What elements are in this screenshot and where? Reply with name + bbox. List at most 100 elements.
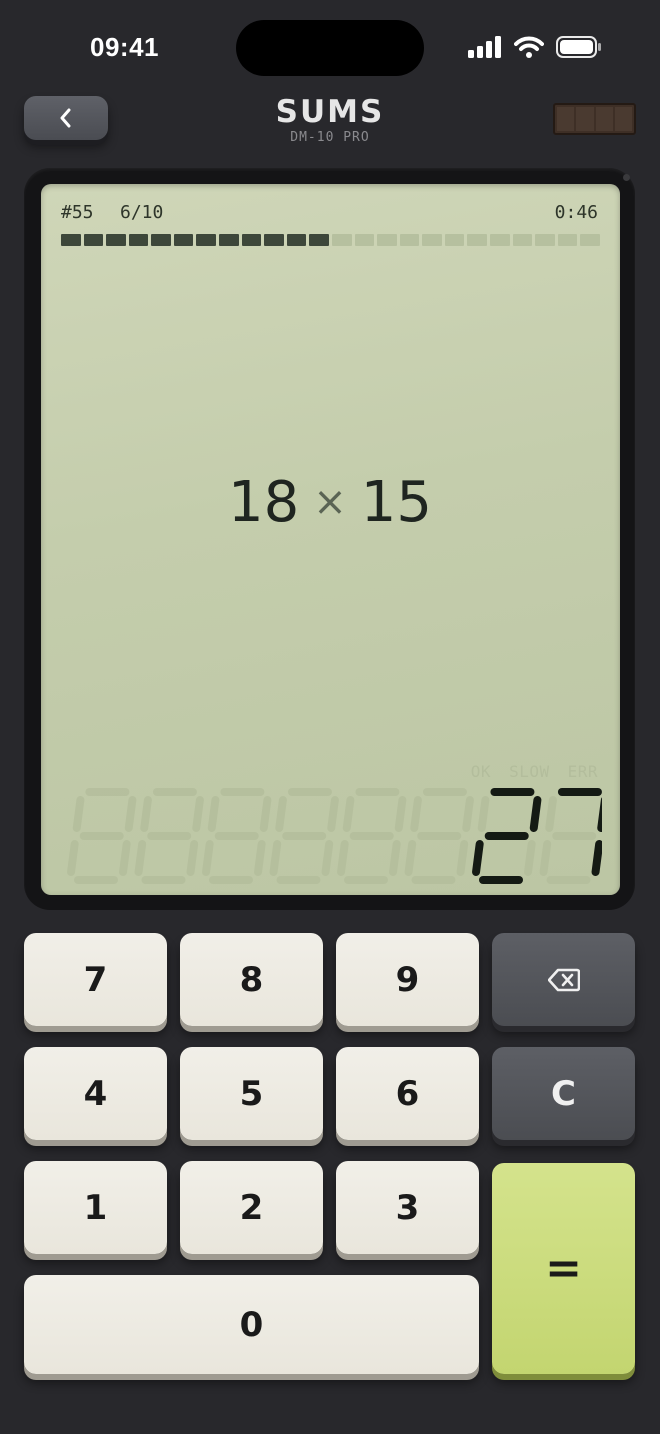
digit-segment-unlit [524,840,536,876]
battery-cell [614,107,632,131]
progress-segment-filled [196,234,217,246]
digit-segment-unlit [269,840,282,876]
digit-segment-unlit [462,796,474,832]
answer-digit [202,788,272,884]
multiply-operator: × [313,479,347,525]
status-icons [468,36,602,58]
timer: 0:46 [554,202,598,223]
digit-segment-unlit [186,840,199,876]
key-4[interactable]: 4 [24,1047,167,1140]
key-1[interactable]: 1 [24,1161,167,1254]
dynamic-island [236,20,424,76]
key-7[interactable]: 7 [24,933,167,1026]
problem-number: #55 [61,202,94,223]
digit-segment-unlit [337,840,349,876]
digit-segment-unlit [140,796,152,832]
progress-segment-empty [489,234,510,246]
backspace-button[interactable] [492,933,635,1026]
signal-icon [468,36,501,58]
digit-segment-unlit [259,796,272,832]
indicator-err: ERR [567,762,598,781]
battery-cell [595,107,613,131]
answer-digit [472,788,542,884]
progress-segment-filled [219,234,239,246]
key-9[interactable]: 9 [336,933,479,1026]
progress-segment-empty [422,234,442,246]
progress-segment-filled [128,234,149,246]
digit-segment-unlit [72,796,85,832]
digit-segment-unlit [321,840,334,876]
backspace-icon [547,968,580,991]
progress-segment-empty [377,234,397,246]
battery-cell [557,107,575,131]
key-0[interactable]: 0 [24,1275,479,1374]
wifi-icon [514,36,544,58]
progress-segment-empty [444,234,465,246]
digit-segment-unlit [410,796,422,832]
digit-segment-unlit [477,796,490,832]
digit-segment-unlit [394,796,407,832]
answer-digit [134,788,204,884]
answer-digit [539,788,602,884]
digit-segment-unlit [254,840,266,876]
key-8[interactable]: 8 [180,933,323,1026]
key-3[interactable]: 3 [336,1161,479,1254]
progress-segment-filled [151,234,171,246]
key-6[interactable]: 6 [336,1047,479,1140]
indicator-ok: OK [470,762,492,781]
answer-digit [67,788,137,884]
bezel-dot [623,174,630,181]
equals-button[interactable]: = [492,1163,635,1374]
question-count: 6/10 [120,202,164,223]
clear-button[interactable]: C [492,1047,635,1140]
answer-digit [404,788,474,884]
status-indicators: OK SLOW ERR [471,762,598,781]
digit-segment-unlit [545,796,557,832]
key-2[interactable]: 2 [180,1161,323,1254]
progress-segment-empty [580,234,600,246]
answer-digit [269,788,339,884]
digit-segment-unlit [327,796,339,832]
answer-digit [337,788,407,884]
battery-cell [576,107,594,131]
battery-icon [556,36,601,58]
progress-segment-filled [286,234,307,246]
digit-segment-unlit [539,840,552,876]
progress-segment-empty [399,234,420,246]
digit-segment-unlit [202,840,214,876]
digit-segment-unlit [404,840,417,876]
progress-segment-filled [83,234,104,246]
problem-left-operand: 18 [227,470,300,535]
progress-segment-filled [241,234,262,246]
progress-segment-empty [467,234,487,246]
progress-bar [61,234,600,246]
digit-segment-unlit [456,840,469,876]
status-time: 09:41 [90,32,159,62]
progress-segment-filled [106,234,126,246]
digit-segment-unlit [275,796,287,832]
key-5[interactable]: 5 [180,1047,323,1140]
digit-segment-lit [591,840,602,876]
progress-segment-empty [331,234,352,246]
digit-segment-unlit [67,840,79,876]
digit-segment-lit [529,796,542,832]
battery-grid [553,103,636,135]
digit-segment-unlit [134,840,147,876]
indicator-slow: SLOW [509,762,550,781]
digit-segment-unlit [192,796,204,832]
progress-segment-filled [309,234,329,246]
digit-segment-unlit [119,840,131,876]
answer-display [67,788,602,884]
progress-segment-empty [512,234,533,246]
digit-segment-unlit [389,840,401,876]
digit-segment-unlit [342,796,355,832]
digit-segment-lit [597,797,602,832]
progress-segment-filled [173,234,194,246]
progress-segment-empty [354,234,375,246]
problem-right-operand: 15 [360,470,433,535]
progress-segment-filled [264,234,284,246]
problem-expression: 18 × 15 [0,470,660,535]
digit-segment-unlit [207,796,220,832]
digit-segment-unlit [124,796,137,832]
digit-segment-lit [472,840,484,876]
